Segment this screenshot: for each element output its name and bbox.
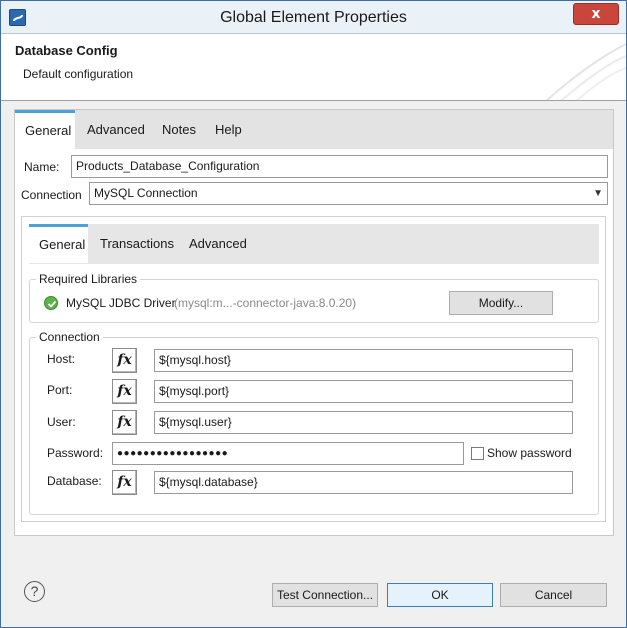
required-libraries-group: Required Libraries MySQL JDBC Driver (my… — [29, 272, 599, 323]
dialog-footer: ? Test Connection... OK Cancel — [1, 561, 626, 627]
window-title: Global Element Properties — [220, 9, 407, 26]
name-input[interactable]: Products_Database_Configuration — [71, 155, 608, 178]
connection-select[interactable]: MySQL Connection ▼ — [89, 182, 608, 205]
ok-button[interactable]: OK — [387, 583, 493, 607]
header-title: Database Config — [15, 43, 118, 58]
user-label: User: — [47, 415, 76, 429]
fx-icon: fx — [117, 352, 132, 368]
header-subtitle: Default configuration — [23, 67, 134, 81]
close-button[interactable]: x — [573, 3, 619, 25]
name-label: Name: — [24, 160, 60, 174]
check-icon — [44, 296, 58, 310]
connection-group: Connection Host: fx ${mysql.host} Port: … — [29, 330, 599, 515]
inner-tab-panel: General Transactions Advanced Required L… — [21, 216, 606, 522]
user-fx-button[interactable]: fx — [112, 410, 137, 435]
driver-detail: (mysql:m...-connector-java:8.0.20) — [174, 296, 357, 310]
help-icon[interactable]: ? — [24, 581, 45, 602]
database-input[interactable]: ${mysql.database} — [154, 471, 573, 494]
connection-select-value: MySQL Connection — [94, 186, 198, 200]
inner-tab-advanced[interactable]: Advanced — [179, 224, 257, 263]
tab-advanced[interactable]: Advanced — [77, 110, 155, 149]
driver-name: MySQL JDBC Driver — [66, 296, 176, 310]
cancel-button[interactable]: Cancel — [500, 583, 607, 607]
outer-tab-panel: General Advanced Notes Help Name: Produc… — [14, 109, 614, 536]
database-label: Database: — [47, 474, 102, 488]
user-input[interactable]: ${mysql.user} — [154, 411, 573, 434]
chevron-down-icon: ▼ — [593, 188, 603, 199]
port-fx-button[interactable]: fx — [112, 379, 137, 404]
tab-help[interactable]: Help — [205, 110, 252, 149]
inner-tab-transactions[interactable]: Transactions — [90, 224, 184, 263]
database-fx-button[interactable]: fx — [112, 470, 137, 495]
show-password-label: Show password — [487, 446, 572, 460]
global-element-properties-dialog: Global Element Properties x Database Con… — [0, 0, 627, 628]
inner-tab-strip: General Transactions Advanced — [29, 224, 599, 264]
outer-tab-strip: General Advanced Notes Help — [15, 110, 613, 149]
show-password-checkbox[interactable] — [471, 447, 484, 460]
required-libraries-title: Required Libraries — [36, 272, 141, 286]
dialog-body: General Advanced Notes Help Name: Produc… — [1, 101, 626, 561]
connection-label: Connection — [21, 188, 82, 202]
host-label: Host: — [47, 352, 76, 366]
fx-icon: fx — [117, 474, 132, 490]
header-decoration-icon — [545, 43, 626, 100]
host-input[interactable]: ${mysql.host} — [154, 349, 573, 372]
tab-notes[interactable]: Notes — [152, 110, 206, 149]
password-label: Password: — [47, 446, 104, 460]
fx-icon: fx — [117, 414, 132, 430]
close-icon: x — [591, 6, 601, 22]
inner-tab-general[interactable]: General — [29, 224, 88, 263]
port-label: Port: — [47, 383, 73, 397]
dialog-header: Database Config Default configuration — [1, 34, 626, 101]
fx-icon: fx — [117, 383, 132, 399]
title-bar[interactable]: Global Element Properties x — [1, 1, 626, 34]
tab-general[interactable]: General — [15, 110, 75, 149]
host-fx-button[interactable]: fx — [112, 348, 137, 373]
test-connection-button[interactable]: Test Connection... — [272, 583, 378, 607]
port-input[interactable]: ${mysql.port} — [154, 380, 573, 403]
password-input[interactable]: ●●●●●●●●●●●●●●●●● — [112, 442, 464, 465]
modify-button[interactable]: Modify... — [449, 291, 553, 315]
connection-group-title: Connection — [36, 330, 103, 344]
